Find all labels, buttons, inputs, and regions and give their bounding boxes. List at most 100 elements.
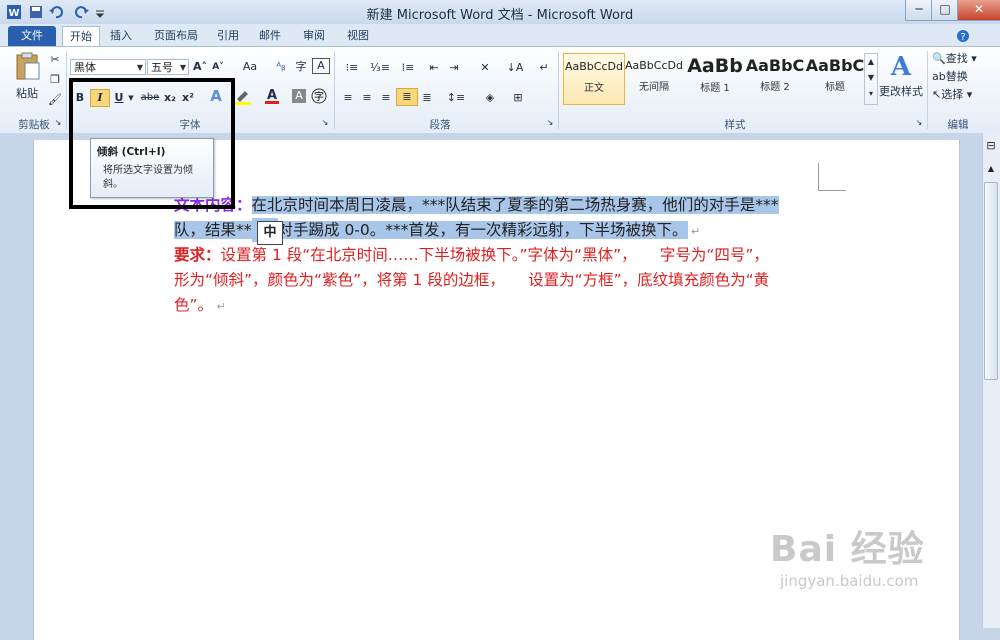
align-center-icon[interactable]: ≡ (358, 89, 376, 107)
justify-icon[interactable]: ≣ (396, 88, 418, 106)
style-sample: AaBbCcDd (625, 59, 683, 72)
chevron-down-icon: ▼ (136, 63, 143, 72)
replace-button[interactable]: ab替换 (932, 69, 992, 85)
bullets-icon[interactable]: ⁝≡ (340, 59, 364, 77)
style-gallery-scroll[interactable]: ▲ ▼ ▾ (864, 53, 878, 105)
copy-icon[interactable]: ❐ (46, 71, 64, 89)
clear-formatting-icon[interactable]: ᴬᵦ (272, 58, 290, 76)
show-marks-icon[interactable]: ↵ (536, 59, 552, 77)
line-spacing-icon[interactable]: ↕≡ (444, 89, 468, 107)
style-name: 无间隔 (639, 82, 669, 93)
divider (66, 51, 67, 129)
style-heading-2[interactable]: AaBbC 标题 2 (745, 53, 805, 103)
close-button[interactable]: ✕ (957, 0, 1000, 21)
align-left-icon[interactable]: ≡ (339, 89, 357, 107)
tab-view[interactable]: 视图 (342, 26, 374, 46)
distributed-icon[interactable]: ≣ (418, 89, 436, 107)
scrollbar-thumb[interactable] (984, 182, 998, 380)
paragraph-1-line-2[interactable]: 队，结果**​对手踢成 0-0。***首发，有一次精彩远射，下半场被换下。 ↵ (174, 218, 700, 244)
format-painter-icon[interactable]: 🖌 (46, 91, 64, 109)
divider (927, 51, 928, 129)
font-size-combo[interactable]: 五号 ▼ (147, 59, 189, 75)
replace-label: 替换 (945, 70, 968, 83)
minimize-button[interactable]: ─ (905, 0, 933, 21)
dialog-launcher-icon[interactable]: ↘ (320, 117, 330, 129)
decrease-indent-icon[interactable]: ⇤ (425, 59, 443, 77)
numbering-icon[interactable]: ⅓≡ (368, 59, 392, 77)
font-name-value: 黑体 (74, 61, 96, 74)
style-sample: AaBbC (745, 56, 805, 75)
watermark-url: jingyan.baidu.com (780, 572, 919, 590)
svg-text:A: A (267, 88, 277, 103)
shrink-font-button[interactable]: A˅ (210, 58, 226, 76)
style-name: 正文 (584, 83, 604, 94)
tab-home[interactable]: 开始 (62, 26, 100, 47)
select-icon: ↖ (932, 88, 942, 101)
change-styles-label: 更改样式 (879, 85, 923, 98)
style-normal[interactable]: AaBbCcDd 正文 (563, 53, 625, 105)
svg-text:?: ? (960, 32, 965, 43)
find-label: 查找 (945, 52, 968, 65)
tab-mailings[interactable]: 邮件 (254, 26, 286, 46)
margin-mark (818, 190, 846, 191)
style-sample: AaBbCcDd (565, 60, 623, 73)
align-right-icon[interactable]: ≡ (377, 89, 395, 107)
highlight-icon[interactable] (232, 87, 254, 111)
watermark-brand: Bai 经验 (770, 529, 925, 570)
tab-review[interactable]: 审阅 (298, 26, 330, 46)
style-title[interactable]: AaBbC 标题 (805, 53, 865, 103)
font-color-icon[interactable]: A (262, 87, 282, 111)
phonetic-guide-icon[interactable]: 字 (292, 58, 310, 76)
style-no-spacing[interactable]: AaBbCcDd 无间隔 (624, 53, 684, 103)
chinese-layout-icon[interactable]: ✕ (474, 59, 496, 77)
tab-page-layout[interactable]: 页面布局 (148, 26, 204, 46)
find-button[interactable]: 🔍查找 ▾ (932, 51, 992, 67)
grow-font-button[interactable]: A˄ (192, 58, 208, 76)
enclose-characters-icon[interactable]: 字 (310, 88, 328, 110)
divider (558, 51, 559, 129)
character-border-icon[interactable]: A (312, 58, 330, 74)
style-name: 标题 (825, 82, 845, 93)
style-name: 标题 2 (760, 82, 790, 93)
change-case-button[interactable]: Aa (239, 58, 261, 76)
dialog-launcher-icon[interactable]: ↘ (545, 117, 555, 129)
selected-text: 对手踢成 0-0。***首发，有一次精彩远射，下半场被换下。 (277, 221, 688, 239)
dialog-launcher-icon[interactable]: ↘ (914, 117, 924, 129)
tab-references[interactable]: 引用 (212, 26, 244, 46)
dialog-launcher-icon[interactable]: ↘ (53, 117, 63, 129)
requirement-text: 色”。 (174, 296, 214, 314)
tab-file[interactable]: 文件 (8, 26, 56, 46)
replace-icon: ab (932, 70, 946, 83)
title-bar: W 新建 Microsoft Word 文档 - Microsoft Word … (0, 0, 1000, 25)
svg-text:字: 字 (314, 90, 324, 103)
change-styles-icon: A (890, 52, 912, 82)
shading-icon[interactable]: ◈ (478, 89, 502, 107)
multilevel-list-icon[interactable]: ⁞≡ (396, 59, 420, 77)
character-shading-icon[interactable]: A (292, 89, 306, 103)
increase-indent-icon[interactable]: ⇥ (445, 59, 463, 77)
select-button[interactable]: ↖选择 ▾ (932, 87, 992, 103)
window-title: 新建 Microsoft Word 文档 - Microsoft Word (366, 8, 634, 23)
help-icon[interactable]: ? (955, 26, 971, 46)
style-heading-1[interactable]: AaBb 标题 1 (685, 53, 745, 103)
requirement-line-3[interactable]: 色”。 ↵ (174, 293, 226, 319)
scroll-up-icon[interactable]: ▲ (983, 164, 999, 178)
sort-icon[interactable]: ↓A (505, 59, 525, 77)
requirement-line-1[interactable]: 要求：设置第 1 段“在北京时间……下半场被换下。”字体为“黑体”， 字号为“四… (174, 243, 769, 267)
borders-icon[interactable]: ⊞ (506, 89, 530, 107)
margin-mark (818, 163, 819, 191)
paste-label: 粘贴 (16, 87, 38, 100)
paste-button[interactable]: 粘贴 (10, 51, 44, 107)
paragraph-1-line-1[interactable]: 文本内容：在北京时间本周日凌晨，***队结束了夏季的第二场热身赛，他们的对手是*… (174, 193, 779, 217)
highlight-annotation (69, 78, 235, 209)
cut-icon[interactable]: ✂ (46, 51, 64, 69)
ruler-toggle-icon[interactable]: ⊟ (983, 139, 999, 153)
find-icon: 🔍 (932, 52, 946, 65)
font-name-combo[interactable]: 黑体 ▼ (70, 59, 146, 75)
ime-indicator[interactable]: 中 (257, 221, 283, 245)
requirement-line-2[interactable]: 形为“倾斜”，颜色为“紫色”，将第 1 段的边框， 设置为“方框”，底纹填充颜色… (174, 268, 769, 292)
change-styles-button[interactable]: A 更改样式 (879, 51, 923, 111)
clipboard-icon (16, 52, 40, 80)
tab-insert[interactable]: 插入 (104, 26, 138, 46)
maximize-button[interactable]: □ (931, 0, 959, 21)
